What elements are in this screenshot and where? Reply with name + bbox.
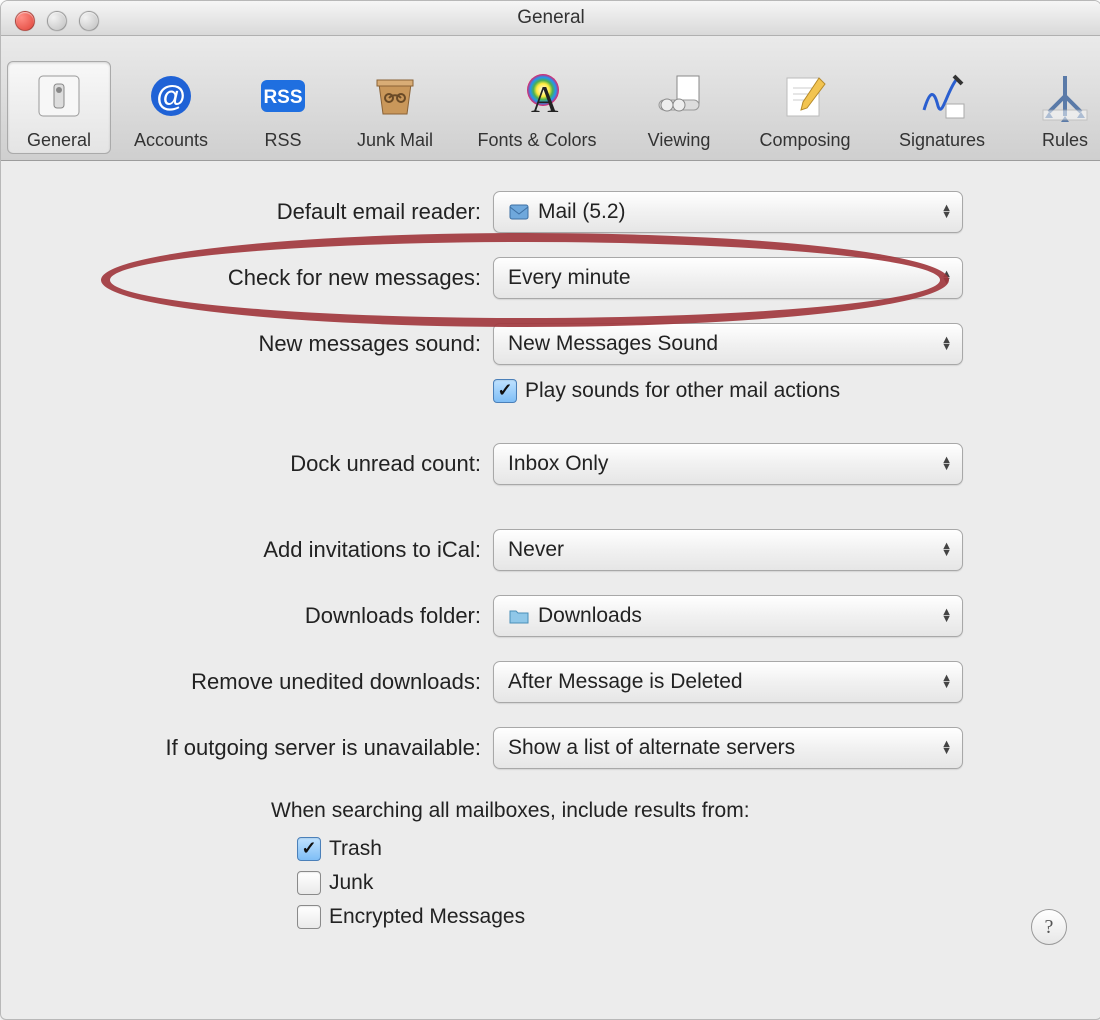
chevron-updown-icon: ▲▼ [941,205,952,219]
toolbar-tab-fonts-colors[interactable]: A Fonts & Colors [455,61,619,154]
general-preferences-form: Default email reader: Mail (5.2) ▲▼ Chec… [1,161,1100,969]
check-messages-value: Every minute [508,266,631,290]
search-include-trash-row[interactable]: Trash [297,837,1041,861]
search-include-encrypted-checkbox[interactable] [297,905,321,929]
search-include-junk-row[interactable]: Junk [297,871,1041,895]
mail-app-icon [508,201,530,223]
at-icon: @ [141,66,201,126]
window-controls [15,11,99,31]
svg-text:@: @ [156,80,185,113]
toolbar-tab-junk-mail[interactable]: Junk Mail [343,61,447,154]
play-sounds-checkbox[interactable] [493,379,517,403]
remove-downloads-label: Remove unedited downloads: [61,669,493,695]
toolbar-tab-label: RSS [264,130,301,151]
window-title: General [1,7,1100,29]
remove-downloads-value: After Message is Deleted [508,670,743,694]
search-include-title: When searching all mailboxes, include re… [61,799,1041,823]
chevron-updown-icon: ▲▼ [941,457,952,471]
toolbar-tab-label: Viewing [648,130,711,151]
preferences-window: General General @ Accounts RSS RSS Ju [0,0,1100,1020]
preferences-toolbar: General @ Accounts RSS RSS Junk Mail [1,36,1100,161]
search-include-encrypted-label: Encrypted Messages [329,905,525,929]
check-messages-popup[interactable]: Every minute ▲▼ [493,257,963,299]
svg-text:A: A [531,79,559,121]
chevron-updown-icon: ▲▼ [941,543,952,557]
outgoing-unavailable-value: Show a list of alternate servers [508,736,795,760]
chevron-updown-icon: ▲▼ [941,271,952,285]
fonts-icon: A [507,66,567,126]
rules-icon [1035,66,1095,126]
toolbar-tab-label: Composing [759,130,850,151]
default-email-reader-popup[interactable]: Mail (5.2) ▲▼ [493,191,963,233]
toolbar-tab-composing[interactable]: Composing [739,61,871,154]
folder-icon [508,605,530,627]
zoom-window-button[interactable] [79,11,99,31]
chevron-updown-icon: ▲▼ [941,741,952,755]
viewing-icon [649,66,709,126]
play-sounds-label: Play sounds for other mail actions [525,379,840,403]
play-sounds-checkbox-row[interactable]: Play sounds for other mail actions [493,379,963,403]
default-email-reader-value: Mail (5.2) [538,200,626,224]
chevron-updown-icon: ▲▼ [941,337,952,351]
outgoing-unavailable-label: If outgoing server is unavailable: [61,735,493,761]
composing-icon [775,66,835,126]
new-messages-sound-label: New messages sound: [61,331,493,357]
toolbar-tab-signatures[interactable]: Signatures [879,61,1005,154]
svg-text:RSS: RSS [263,87,302,108]
help-button[interactable]: ? [1031,909,1067,945]
toolbar-tab-label: Junk Mail [357,130,433,151]
minimize-window-button[interactable] [47,11,67,31]
chevron-updown-icon: ▲▼ [941,675,952,689]
dock-unread-label: Dock unread count: [61,451,493,477]
titlebar: General [1,1,1100,36]
junk-icon [365,66,425,126]
toolbar-tab-general[interactable]: General [7,61,111,154]
search-include-junk-checkbox[interactable] [297,871,321,895]
search-include-encrypted-row[interactable]: Encrypted Messages [297,905,1041,929]
toolbar-tab-label: General [27,130,91,151]
toolbar-tab-rules[interactable]: Rules [1013,61,1100,154]
search-include-trash-checkbox[interactable] [297,837,321,861]
switch-icon [29,66,89,126]
toolbar-tab-label: Accounts [134,130,208,151]
dock-unread-popup[interactable]: Inbox Only ▲▼ [493,443,963,485]
dock-unread-value: Inbox Only [508,452,608,476]
signatures-icon [912,66,972,126]
add-invitations-label: Add invitations to iCal: [61,537,493,563]
default-email-reader-label: Default email reader: [61,199,493,225]
new-messages-sound-value: New Messages Sound [508,332,718,356]
outgoing-unavailable-popup[interactable]: Show a list of alternate servers ▲▼ [493,727,963,769]
new-messages-sound-popup[interactable]: New Messages Sound ▲▼ [493,323,963,365]
toolbar-tab-viewing[interactable]: Viewing [627,61,731,154]
check-messages-label: Check for new messages: [61,265,493,291]
toolbar-tab-rss[interactable]: RSS RSS [231,61,335,154]
downloads-folder-value: Downloads [538,604,642,628]
search-include-junk-label: Junk [329,871,373,895]
downloads-folder-label: Downloads folder: [61,603,493,629]
toolbar-tab-label: Signatures [899,130,985,151]
downloads-folder-popup[interactable]: Downloads ▲▼ [493,595,963,637]
close-window-button[interactable] [15,11,35,31]
rss-icon: RSS [253,66,313,126]
remove-downloads-popup[interactable]: After Message is Deleted ▲▼ [493,661,963,703]
search-include-trash-label: Trash [329,837,382,861]
add-invitations-popup[interactable]: Never ▲▼ [493,529,963,571]
toolbar-tab-label: Fonts & Colors [477,130,596,151]
toolbar-tab-accounts[interactable]: @ Accounts [119,61,223,154]
add-invitations-value: Never [508,538,564,562]
chevron-updown-icon: ▲▼ [941,609,952,623]
toolbar-tab-label: Rules [1042,130,1088,151]
